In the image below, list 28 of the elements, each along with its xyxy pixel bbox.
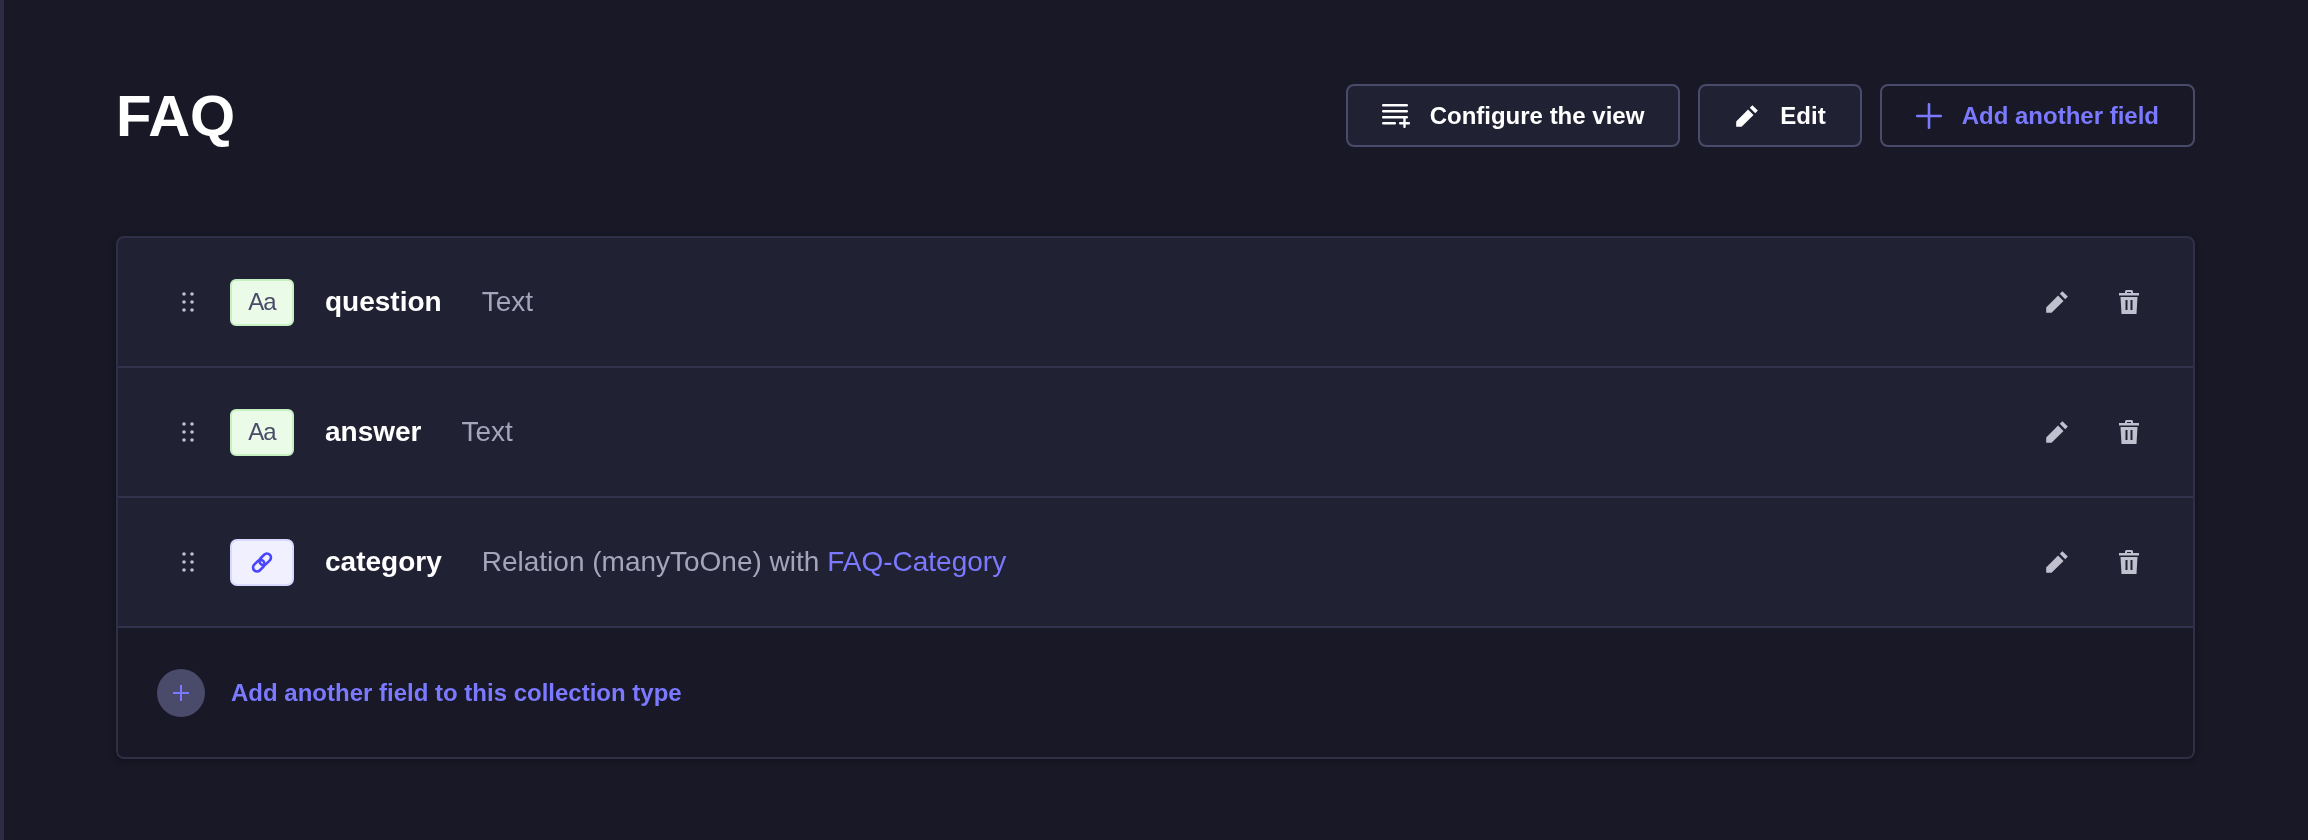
link-icon — [230, 538, 294, 586]
drag-handle-icon[interactable] — [182, 292, 194, 312]
trash-icon — [2117, 289, 2141, 315]
text-type-tag: Aa — [230, 278, 294, 326]
plus-icon — [1915, 102, 1942, 129]
configure-view-button[interactable]: Configure the view — [1345, 84, 1681, 147]
edit-button[interactable]: Edit — [1698, 84, 1862, 147]
pencil-icon — [2044, 419, 2070, 445]
field-name: category — [325, 546, 442, 578]
field-name: answer — [325, 416, 422, 448]
add-field-button[interactable]: Add another field — [1879, 84, 2195, 147]
field-type: Relation (manyToOne) with FAQ-Category — [481, 546, 1007, 578]
text-type-tag: Aa — [230, 408, 294, 456]
relation-target-link[interactable]: FAQ-Category — [827, 546, 1007, 577]
page-title: FAQ — [116, 86, 236, 145]
pencil-icon — [1734, 102, 1761, 129]
field-type: Text — [461, 416, 513, 448]
drag-handle-icon[interactable] — [182, 422, 194, 442]
pencil-icon — [2044, 289, 2070, 315]
add-field-to-collection-button[interactable]: Add another field to this collection type — [157, 668, 682, 717]
field-type: Text — [481, 286, 534, 318]
list-plus-icon — [1381, 103, 1410, 128]
trash-icon — [2117, 549, 2141, 575]
trash-icon — [2117, 419, 2141, 445]
drag-handle-icon[interactable] — [182, 552, 194, 572]
pencil-icon — [2044, 549, 2070, 575]
field-name: question — [325, 286, 442, 318]
plus-circle-icon — [157, 668, 205, 717]
